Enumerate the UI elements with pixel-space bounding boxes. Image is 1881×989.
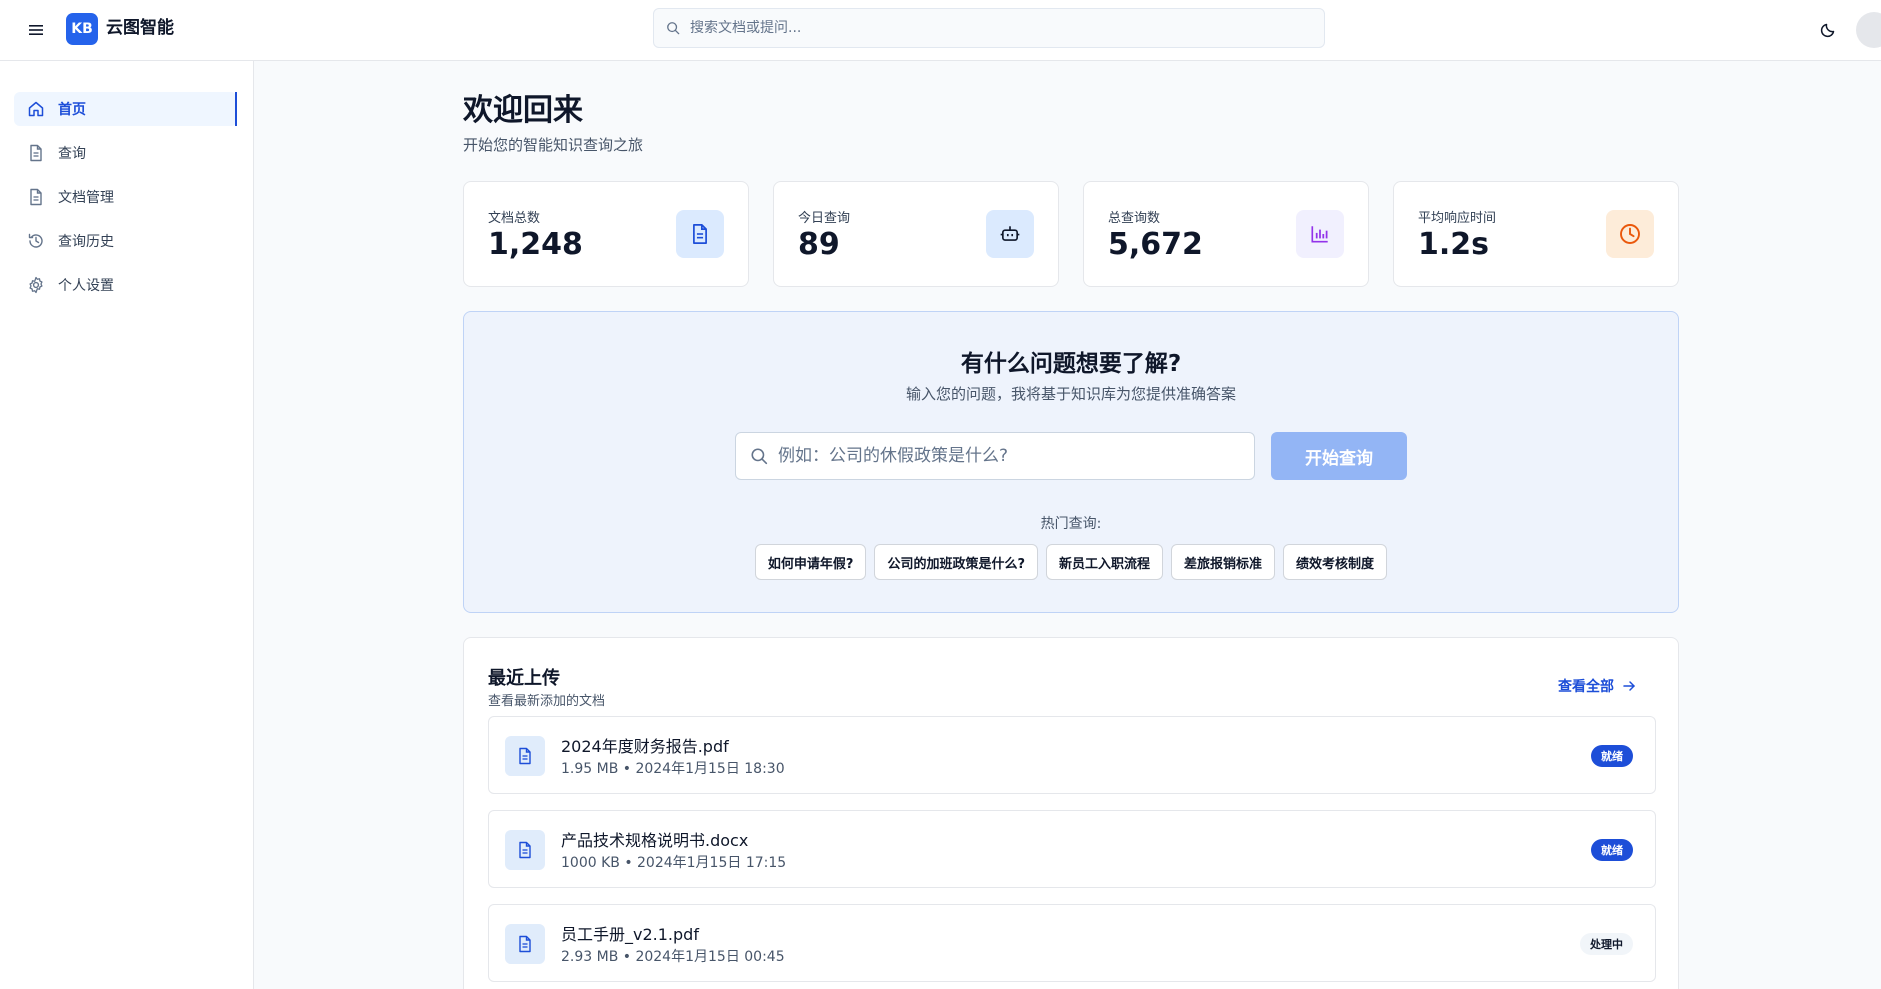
list-item[interactable]: 产品技术规格说明书.docx 1000 KB • 2024年1月15日 17:1…: [488, 810, 1656, 888]
hot-query-chip[interactable]: 差旅报销标准: [1171, 544, 1276, 580]
view-all-link[interactable]: 查看全部: [1558, 676, 1636, 696]
gear-icon: [26, 275, 46, 295]
sidebar-item-label: 个人设置: [58, 278, 114, 294]
page-subtitle: 开始您的智能知识查询之旅: [463, 136, 644, 154]
main-content: 欢迎回来 开始您的智能知识查询之旅 文档总数 1,248 今日查询 89 总查询…: [254, 61, 1881, 989]
hot-queries-label: 热门查询:: [1040, 516, 1102, 532]
hot-queries-list: 如何申请年假? 公司的加班政策是什么? 新员工入职流程 差旅报销标准 绩效考核制…: [464, 544, 1678, 580]
file-name: 员工手册_v2.1.pdf: [561, 925, 699, 944]
history-icon: [26, 231, 46, 251]
ask-input[interactable]: [778, 446, 1238, 466]
document-icon: [505, 736, 545, 776]
document-icon: [26, 143, 46, 163]
home-icon: [26, 99, 46, 119]
sidebar: 首页 查询 文档管理 查询历史 个人设置: [0, 61, 254, 989]
search-icon: [667, 22, 680, 35]
stat-value: 1,248: [488, 227, 583, 262]
menu-icon[interactable]: [22, 16, 50, 44]
stat-value: 89: [798, 227, 840, 262]
ask-panel: 有什么问题想要了解? 输入您的问题，我将基于知识库为您提供准确答案 开始查询 热…: [463, 311, 1679, 613]
search-icon: [751, 448, 768, 465]
recent-uploads-card: 最近上传 查看最新添加的文档 查看全部 2024年度财务报告.pdf 1.95 …: [463, 637, 1679, 989]
document-icon: [26, 187, 46, 207]
stat-card-documents: 文档总数 1,248: [463, 181, 749, 287]
ask-title: 有什么问题想要了解?: [960, 351, 1182, 377]
sidebar-item-label: 查询历史: [58, 234, 114, 250]
robot-icon: [986, 210, 1034, 258]
recent-subtitle: 查看最新添加的文档: [488, 694, 606, 709]
sidebar-item-query[interactable]: 查询: [14, 136, 237, 170]
file-name: 2024年度财务报告.pdf: [561, 737, 729, 756]
stat-label: 文档总数: [488, 211, 541, 226]
stat-value: 5,672: [1108, 227, 1203, 262]
status-badge: 就绪: [1591, 839, 1633, 861]
stat-label: 平均响应时间: [1418, 211, 1497, 226]
avatar[interactable]: [1856, 12, 1881, 48]
stat-card-today-queries: 今日查询 89: [773, 181, 1059, 287]
logo[interactable]: KB: [66, 13, 98, 45]
list-item[interactable]: 2024年度财务报告.pdf 1.95 MB • 2024年1月15日 18:3…: [488, 716, 1656, 794]
brand-name[interactable]: 云图智能: [106, 16, 174, 40]
ask-subtitle: 输入您的问题，我将基于知识库为您提供准确答案: [905, 385, 1236, 403]
hot-query-chip[interactable]: 新员工入职流程: [1046, 544, 1164, 580]
status-badge: 处理中: [1580, 933, 1633, 955]
file-meta: 1000 KB • 2024年1月15日 17:15: [561, 855, 787, 871]
sidebar-item-label: 首页: [58, 102, 86, 118]
sidebar-item-settings[interactable]: 个人设置: [14, 268, 237, 302]
document-icon: [505, 924, 545, 964]
sidebar-item-home[interactable]: 首页: [14, 92, 237, 126]
view-all-label: 查看全部: [1558, 679, 1614, 695]
hot-query-chip[interactable]: 公司的加班政策是什么?: [874, 544, 1039, 580]
file-meta: 1.95 MB • 2024年1月15日 18:30: [561, 761, 785, 777]
status-badge: 就绪: [1591, 745, 1633, 767]
hot-query-chip[interactable]: 绩效考核制度: [1283, 544, 1388, 580]
sidebar-item-label: 文档管理: [58, 190, 114, 206]
moon-icon[interactable]: [1814, 16, 1842, 44]
top-search-box[interactable]: [653, 8, 1325, 48]
start-query-button[interactable]: 开始查询: [1271, 432, 1407, 480]
list-item[interactable]: 员工手册_v2.1.pdf 2.93 MB • 2024年1月15日 00:45…: [488, 904, 1656, 982]
sidebar-item-label: 查询: [58, 146, 86, 162]
file-meta: 2.93 MB • 2024年1月15日 00:45: [561, 949, 785, 965]
ask-search-box[interactable]: [735, 432, 1255, 480]
sidebar-item-history[interactable]: 查询历史: [14, 224, 237, 258]
file-name: 产品技术规格说明书.docx: [561, 831, 749, 850]
stat-card-avg-response: 平均响应时间 1.2s: [1393, 181, 1679, 287]
hot-query-chip[interactable]: 如何申请年假?: [754, 544, 867, 580]
document-icon: [505, 830, 545, 870]
recent-title: 最近上传: [488, 668, 560, 689]
stat-card-total-queries: 总查询数 5,672: [1083, 181, 1369, 287]
page-title: 欢迎回来: [463, 93, 583, 128]
arrow-right-icon: [1623, 681, 1635, 691]
bar-chart-icon: [1296, 210, 1344, 258]
clock-icon: [1606, 210, 1654, 258]
stat-value: 1.2s: [1418, 227, 1490, 262]
stat-label: 今日查询: [798, 211, 851, 226]
sidebar-item-documents[interactable]: 文档管理: [14, 180, 237, 214]
document-icon: [676, 210, 724, 258]
stat-label: 总查询数: [1108, 211, 1161, 226]
top-bar: KB 云图智能: [0, 0, 1881, 61]
top-search-input[interactable]: [690, 20, 1290, 36]
